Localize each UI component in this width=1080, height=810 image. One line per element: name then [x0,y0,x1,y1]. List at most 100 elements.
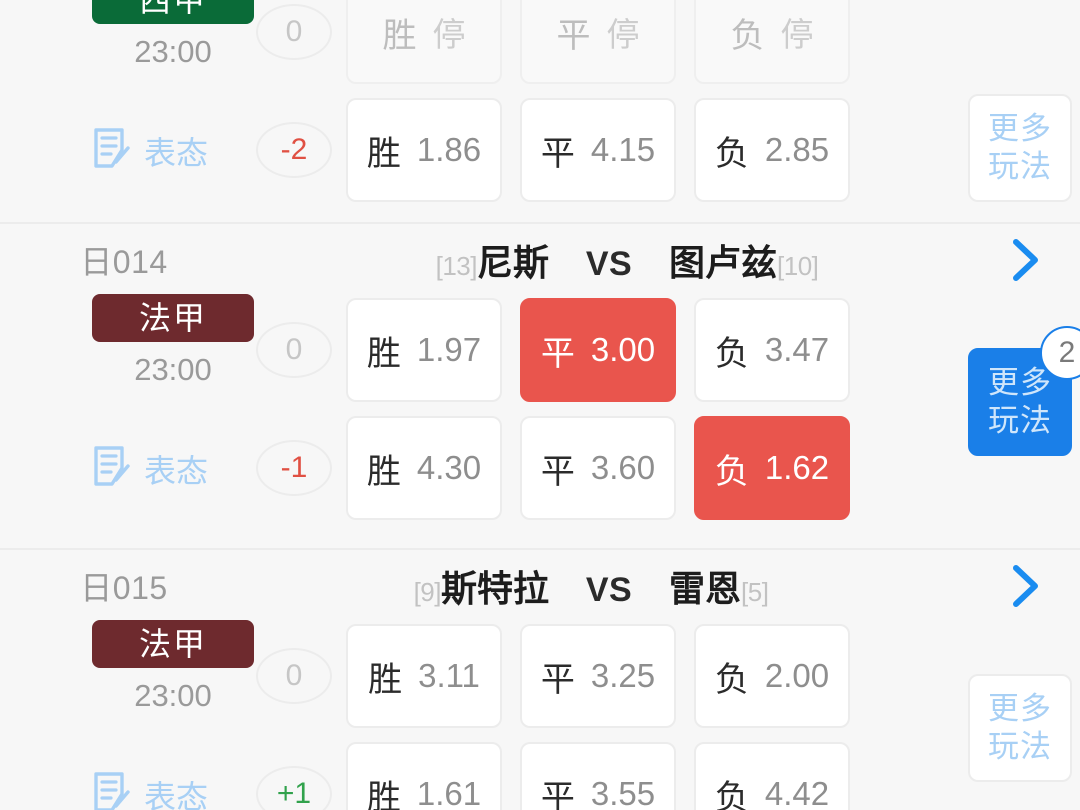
odds-row: -1 胜 4.30 平 3.60 负 1.62 [248,416,1080,520]
odds-cell-win[interactable]: 胜 停 [346,0,502,84]
more-plays-line2: 玩法 [988,403,1052,438]
odds-value: 停 [606,16,640,53]
match-body: 法甲 23:00 表态 [0,294,1080,530]
odds-cell-draw[interactable]: 平 3.60 [520,416,676,520]
odds-value: 3.60 [590,449,656,486]
match-list-screen: VS 西甲 23:00 [0,0,1080,810]
vs-label: VS [585,245,633,283]
odds-key: 平 [540,334,575,373]
match-left-rail: 法甲 23:00 表态 [0,620,254,810]
odds-cell-lose[interactable]: 负 4.42 [694,742,850,810]
odds-value: 4.15 [590,131,656,168]
more-plays-button[interactable]: 更多 玩法 [968,94,1072,202]
odds-key: 负 [714,660,749,699]
react-label: 表态 [144,778,209,810]
odds-cell-draw[interactable]: 平 3.25 [520,624,676,728]
match-time: 23:00 [134,352,212,387]
odds-value: 1.97 [416,331,482,368]
odds-cell-lose[interactable]: 负 2.00 [694,624,850,728]
away-team-name: 雷恩 [669,568,742,609]
more-plays-line1: 更多 [988,691,1052,727]
odds-cell-win[interactable]: 胜 4.30 [346,416,502,520]
odds-row: 0 胜 停 平 停 负 停 [248,0,1080,84]
odds-grid: 0 胜 1.97 平 3.00 负 3.47 -1 胜 4.30 平 3.60 … [248,294,1080,520]
more-plays-line1: 更多 [988,365,1052,401]
odds-cell-win[interactable]: 胜 1.61 [346,742,502,810]
odds-cell-lose[interactable]: 负 2.85 [694,98,850,202]
odds-value: 3.25 [590,657,656,694]
odds-key: 负 [714,778,749,810]
odds-key: 负 [714,452,749,491]
odds-cell-win[interactable]: 胜 1.86 [346,98,502,202]
home-rank: [9] [413,577,442,607]
odds-key: 平 [540,134,575,173]
odds-row: +1 胜 1.61 平 3.55 负 4.42 [248,742,1080,810]
league-badge[interactable]: 法甲 [92,620,254,668]
odds-value: 3.47 [764,331,830,368]
team-names: [9]斯特拉 VS 雷恩[5] [248,560,970,612]
odds-value: 4.30 [416,449,482,486]
odds-key: 胜 [366,778,401,810]
league-badge[interactable]: 西甲 [92,0,254,24]
odds-value: 1.86 [416,131,482,168]
odds-cell-lose[interactable]: 负 3.47 [694,298,850,402]
odds-value: 停 [780,16,814,53]
odds-cell-draw[interactable]: 平 3.55 [520,742,676,810]
odds-cell-lose[interactable]: 负 1.62 [694,416,850,520]
match-time: 23:00 [134,34,212,69]
away-team: 图卢兹[10] [669,234,969,286]
react-label: 表态 [144,134,209,171]
away-team: 雷恩[5] [669,560,969,612]
odds-key: 平 [540,778,575,810]
odds-key: 胜 [366,134,401,173]
handicap-value: -2 [256,122,332,178]
match-code: 日014 [80,244,168,280]
match-header: 日014 [13]尼斯 VS 图卢兹[10] [0,226,1080,294]
chevron-right-icon[interactable] [970,561,1080,611]
odds-cell-draw[interactable]: 平 4.15 [520,98,676,202]
match-card[interactable]: VS 西甲 23:00 [0,0,1080,224]
odds-grid: 0 胜 3.11 平 3.25 负 2.00 +1 胜 1.61 平 3.55 … [248,620,1080,810]
react-button[interactable]: 表态 [92,444,267,493]
more-plays-line2: 玩法 [988,729,1052,764]
handicap-value: +1 [256,766,332,810]
note-edit-icon [92,770,134,810]
odds-value: 停 [432,16,466,53]
home-rank: [13] [435,251,478,281]
odds-key: 负 [714,334,749,373]
odds-cell-draw[interactable]: 平 3.00 [520,298,676,402]
odds-row: 0 胜 1.97 平 3.00 负 3.47 [248,298,1080,402]
odds-key: 平 [540,452,575,491]
odds-key: 胜 [382,16,417,55]
away-rank: [5] [741,577,769,607]
odds-key: 负 [730,16,765,55]
match-card[interactable]: 日015 [9]斯特拉 VS 雷恩[5] 法甲 23:00 表态 0 胜 3.1… [0,552,1080,810]
home-team-name: 尼斯 [476,242,549,283]
odds-cell-win[interactable]: 胜 3.11 [346,624,502,728]
odds-key: 胜 [368,660,403,699]
chevron-right-icon[interactable] [970,235,1080,285]
handicap-value: -1 [256,440,332,496]
more-plays-button[interactable]: 更多 玩法 [968,674,1072,782]
odds-cell-lose[interactable]: 负 停 [694,0,850,84]
odds-cell-win[interactable]: 胜 1.97 [346,298,502,402]
handicap-value: 0 [256,648,332,704]
league-badge[interactable]: 法甲 [92,294,254,342]
react-button[interactable]: 表态 [92,126,267,175]
home-team-name: 斯特拉 [440,568,549,609]
odds-cell-draw[interactable]: 平 停 [520,0,676,84]
match-left-rail: 法甲 23:00 表态 [0,294,254,520]
home-team: [13]尼斯 [249,234,549,286]
note-edit-icon [92,126,134,175]
match-card[interactable]: 日014 [13]尼斯 VS 图卢兹[10] 法甲 23:00 表态 0 胜 1… [0,226,1080,550]
team-names: [13]尼斯 VS 图卢兹[10] [248,234,970,286]
match-header: 日015 [9]斯特拉 VS 雷恩[5] [0,552,1080,620]
odds-key: 负 [714,134,749,173]
more-plays-line2: 玩法 [988,149,1052,184]
odds-value: 1.61 [416,775,482,810]
odds-grid: 0 胜 停 平 停 负 停 -2 胜 1.86 平 4.15 负 2.85 [248,0,1080,202]
react-button[interactable]: 表态 [92,770,267,810]
more-plays-line1: 更多 [988,111,1052,147]
odds-value: 3.11 [418,657,480,694]
handicap-value: 0 [256,4,332,60]
